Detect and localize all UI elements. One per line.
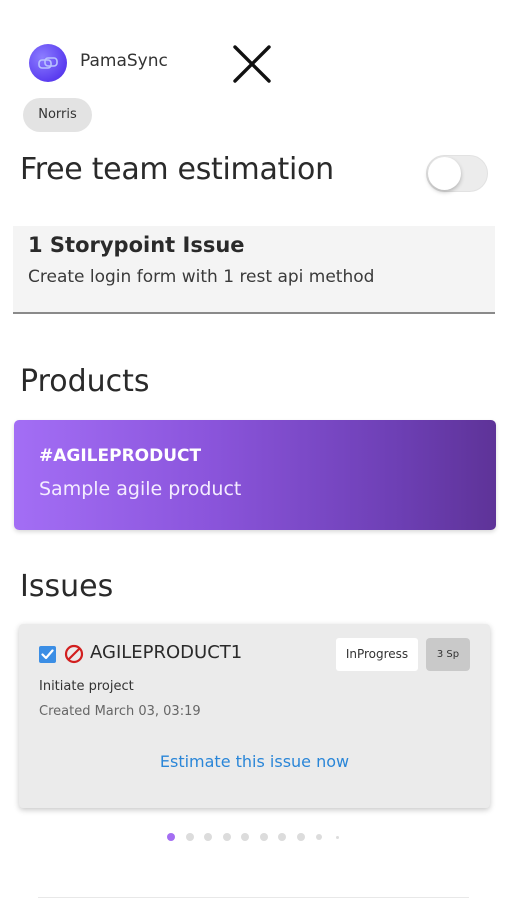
- pager-dot[interactable]: [204, 833, 212, 841]
- storypoint-title: 1 Storypoint Issue: [28, 233, 245, 257]
- product-card[interactable]: #AGILEPRODUCT Sample agile product: [14, 420, 496, 530]
- product-code: #AGILEPRODUCT: [39, 446, 202, 466]
- storypoint-card[interactable]: 1 Storypoint Issue Create login form wit…: [13, 226, 495, 314]
- pager-dot[interactable]: [316, 834, 322, 840]
- product-name: Sample agile product: [39, 478, 242, 500]
- close-icon: [233, 45, 271, 83]
- pager-dots: [0, 832, 507, 842]
- pager-dot[interactable]: [336, 835, 339, 839]
- status-badge: InProgress: [336, 638, 418, 671]
- checkmark-icon: [41, 649, 54, 660]
- issue-created-date: Created March 03, 03:19: [39, 704, 201, 719]
- app-name: PamaSync: [80, 51, 168, 71]
- free-estimation-toggle[interactable]: [426, 155, 488, 192]
- pager-dot[interactable]: [167, 833, 175, 841]
- bottom-divider: [38, 897, 469, 898]
- app-logo: [29, 44, 67, 82]
- pager-dot[interactable]: [259, 833, 268, 841]
- pager-dot[interactable]: [296, 833, 305, 841]
- cloud-logo-icon: [38, 57, 58, 69]
- free-estimation-title: Free team estimation: [20, 152, 334, 187]
- estimate-issue-link[interactable]: Estimate this issue now: [19, 752, 490, 771]
- storypoint-description: Create login form with 1 rest api method: [28, 267, 375, 287]
- pager-dot[interactable]: [222, 833, 231, 841]
- storypoints-badge: 3 Sp: [426, 638, 470, 671]
- toggle-knob: [428, 157, 461, 190]
- issue-description: Initiate project: [39, 679, 134, 694]
- pager-dot[interactable]: [185, 833, 194, 841]
- close-button[interactable]: [232, 44, 272, 84]
- pager-dot[interactable]: [241, 833, 249, 841]
- blocked-icon: [64, 644, 84, 664]
- products-heading: Products: [20, 364, 150, 399]
- issue-key: AGILEPRODUCT1: [90, 642, 243, 663]
- user-chip[interactable]: Norris: [23, 98, 92, 132]
- issues-heading: Issues: [20, 569, 114, 604]
- issue-card[interactable]: AGILEPRODUCT1 InProgress 3 Sp Initiate p…: [19, 624, 490, 808]
- issue-checkbox[interactable]: [39, 646, 56, 663]
- pager-dot[interactable]: [278, 833, 286, 841]
